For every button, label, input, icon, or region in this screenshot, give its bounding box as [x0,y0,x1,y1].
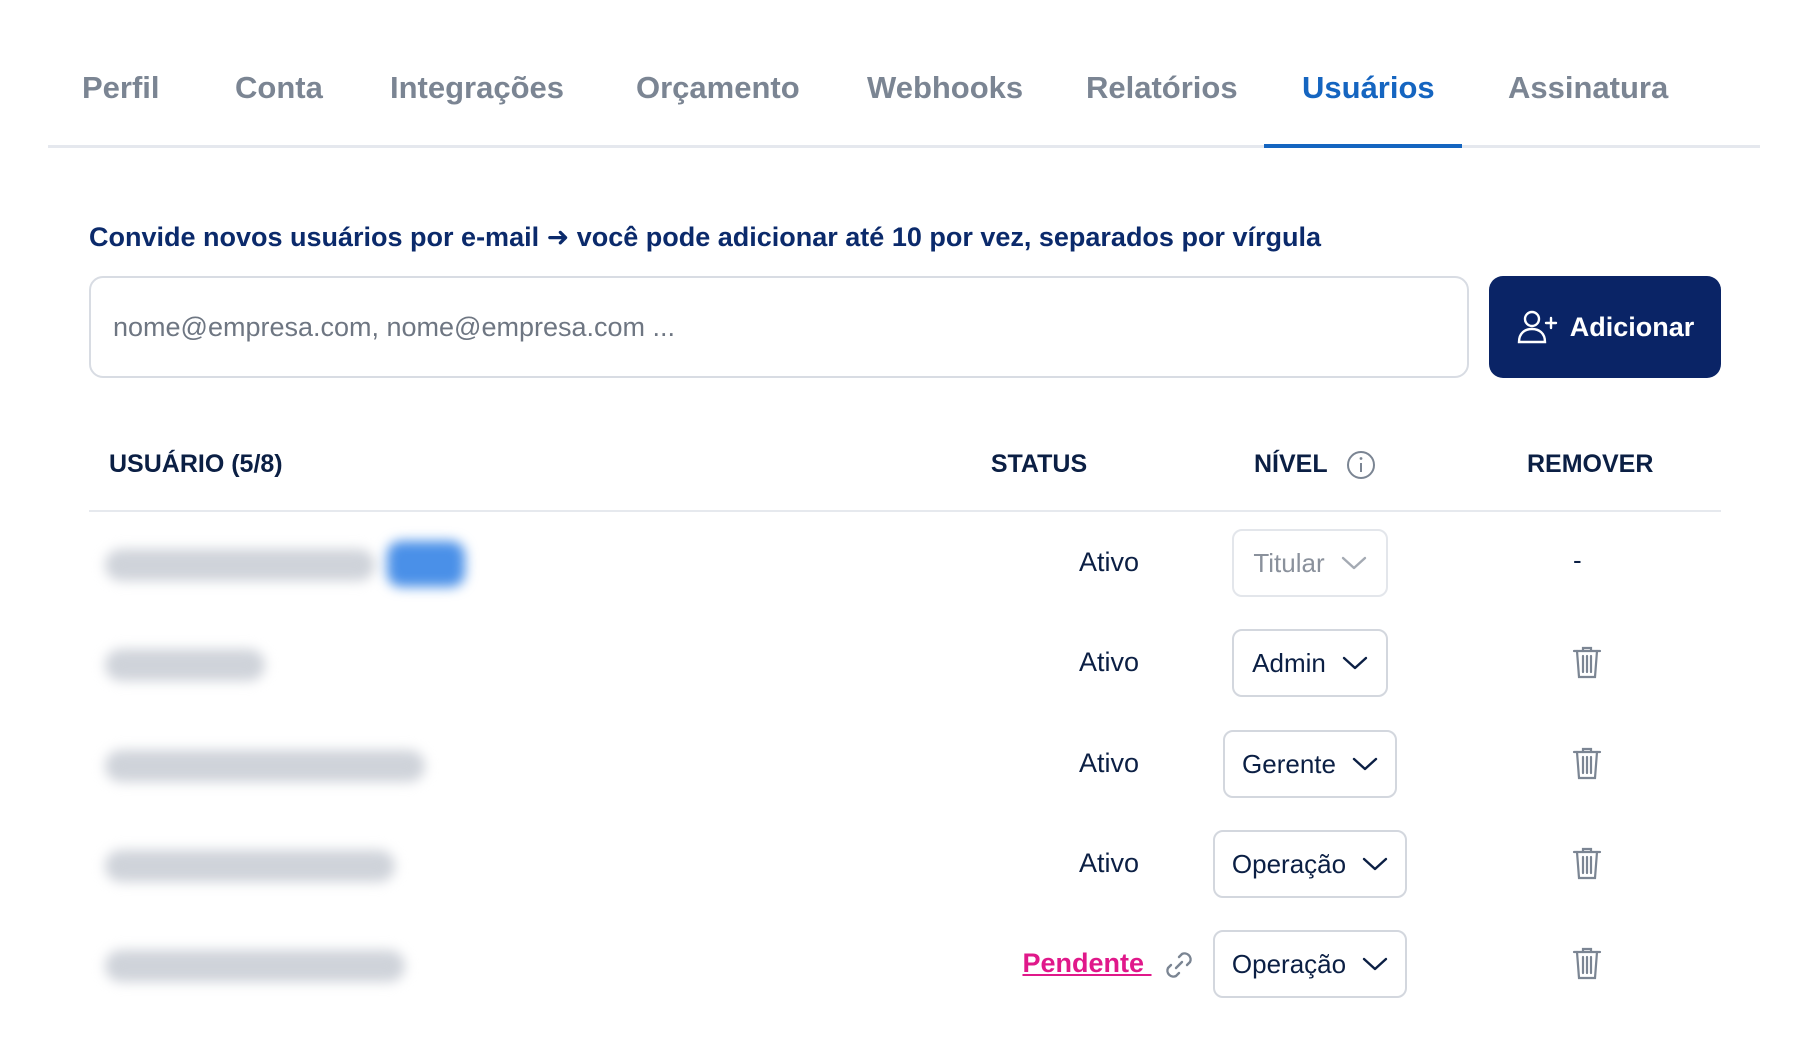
level-select-titular: Titular [1232,529,1388,597]
level-select-value: Admin [1252,647,1326,678]
table-row: Pendente Operação [89,916,1721,1016]
user-email-redacted [105,950,405,982]
level-select-value: Gerente [1242,748,1336,779]
column-header-status: STATUS [990,450,1088,478]
level-select-operacao[interactable]: Operação [1213,930,1407,998]
chevron-down-icon [1362,857,1388,871]
chevron-down-icon [1341,556,1366,570]
trash-icon[interactable] [1572,846,1602,880]
trash-icon[interactable] [1572,645,1602,679]
level-select-value: Titular [1253,547,1325,578]
owner-badge-redacted [387,541,465,587]
user-email-redacted [105,549,375,581]
user-email-redacted [105,750,425,782]
tab-orcamento[interactable]: Orçamento [636,70,800,106]
invite-email-input[interactable] [89,276,1469,378]
active-tab-indicator [1264,144,1462,148]
status-pending[interactable]: Pendente [979,948,1239,982]
chevron-down-icon [1342,656,1368,670]
table-header-divider [89,510,1721,512]
tab-integracoes[interactable]: Integrações [390,70,564,106]
user-email-redacted [105,850,395,882]
add-user-button-label: Adicionar [1569,311,1695,342]
column-header-level-label: NÍVEL [1254,450,1328,478]
level-select-value: Operação [1231,948,1347,979]
level-select-admin[interactable]: Admin [1232,629,1388,697]
user-email-redacted [105,649,265,681]
table-row: Ativo Titular - [89,515,1721,615]
column-header-level: NÍVEL [1254,450,1376,480]
settings-tabs: Perfil Conta Integrações Orçamento Webho… [48,30,1760,148]
tab-relatorios[interactable]: Relatórios [1086,70,1238,106]
status-text: Ativo [1078,848,1140,878]
chevron-down-icon [1352,757,1378,771]
trash-icon[interactable] [1572,946,1602,980]
column-header-user: USUÁRIO (5/8) [109,450,283,478]
link-icon[interactable] [1162,948,1196,982]
tab-assinatura[interactable]: Assinatura [1508,70,1668,106]
add-user-button[interactable]: Adicionar [1489,276,1721,378]
remove-unavailable: - [1573,545,1582,575]
tab-usuarios[interactable]: Usuários [1302,70,1435,106]
table-row: Ativo Admin [89,615,1721,715]
level-select-operacao[interactable]: Operação [1213,830,1407,898]
trash-icon[interactable] [1572,746,1602,780]
table-row: Ativo Operação [89,816,1721,916]
invite-instructions: Convide novos usuários por e-mail ➜ você… [89,222,1321,252]
tab-perfil[interactable]: Perfil [82,70,160,106]
chevron-down-icon [1362,957,1388,971]
status-pending-label[interactable]: Pendente [1022,948,1144,978]
tab-conta[interactable]: Conta [235,70,323,106]
status-text: Ativo [1078,748,1140,778]
tab-webhooks[interactable]: Webhooks [867,70,1023,106]
level-select-gerente[interactable]: Gerente [1223,730,1397,798]
table-row: Ativo Gerente [89,716,1721,816]
add-user-icon [1517,310,1557,344]
level-select-value: Operação [1231,848,1347,879]
column-header-remove: REMOVER [1527,450,1654,478]
status-text: Ativo [1078,647,1140,677]
info-icon[interactable] [1346,450,1376,480]
status-text: Ativo [1078,547,1140,577]
